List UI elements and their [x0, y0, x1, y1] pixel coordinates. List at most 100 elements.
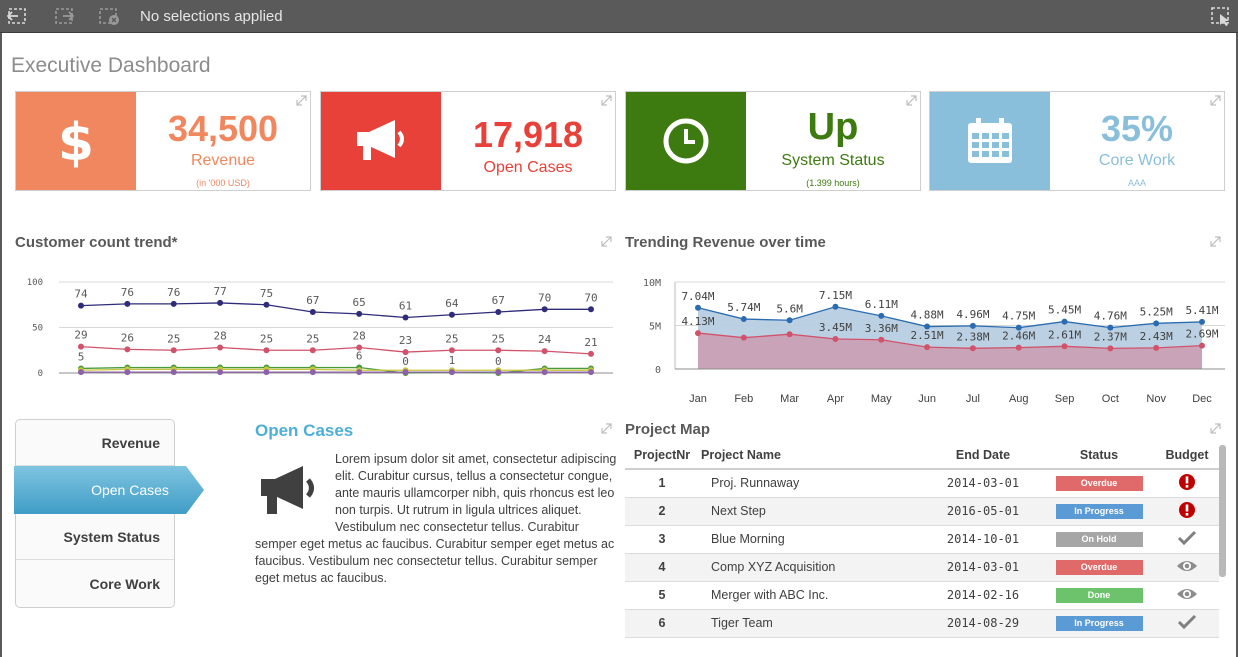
table-row[interactable]: 6 Tiger Team 2014-08-29 In Progress	[625, 609, 1219, 638]
nav-item-revenue[interactable]: Revenue	[16, 420, 174, 466]
data-label: 77	[213, 285, 226, 298]
cell-status[interactable]: Done	[1043, 581, 1155, 610]
cell-budget[interactable]	[1155, 553, 1219, 582]
table-row[interactable]: 5 Merger with ABC Inc. 2014-02-16 Done	[625, 581, 1219, 610]
cell-end-date[interactable]: 2014-03-01	[923, 469, 1043, 498]
table-row[interactable]: 4 Comp XYZ Acquisition 2014-03-01 Overdue	[625, 553, 1219, 582]
data-point	[541, 348, 548, 355]
cell-budget[interactable]	[1155, 469, 1219, 498]
nav-item-core-work[interactable]: Core Work	[16, 561, 174, 607]
expand-icon[interactable]	[296, 95, 307, 106]
col-header-budget[interactable]: Budget	[1155, 442, 1219, 470]
data-point	[217, 344, 224, 351]
cell-end-date[interactable]: 2014-08-29	[923, 609, 1043, 638]
cell-project-nr[interactable]: 2	[625, 497, 699, 526]
cell-end-date[interactable]: 2016-05-01	[923, 497, 1043, 526]
table-row[interactable]: 1 Proj. Runnaway 2014-03-01 Overdue	[625, 469, 1219, 498]
cell-budget[interactable]	[1155, 609, 1219, 638]
x-tick-label: Jun	[918, 393, 936, 405]
data-label: 25	[260, 332, 273, 345]
cell-end-date-text: 2014-10-01	[946, 532, 1020, 546]
forward-step-icon[interactable]	[53, 6, 75, 26]
expand-icon[interactable]	[1210, 95, 1221, 106]
x-tick-label: Jan	[689, 393, 707, 405]
back-step-icon[interactable]	[6, 6, 28, 26]
data-point	[832, 335, 839, 342]
col-header-status[interactable]: Status	[1043, 442, 1155, 470]
data-point	[1153, 344, 1160, 351]
cell-project-nr[interactable]: 5	[625, 581, 699, 610]
data-label: 2.46M	[1002, 330, 1035, 343]
data-point	[740, 334, 747, 341]
calendar-icon	[968, 118, 1012, 163]
cell-budget[interactable]	[1155, 497, 1219, 526]
data-label: 2.38M	[956, 330, 989, 343]
kpi-value: 17,918	[472, 114, 584, 155]
cell-status[interactable]: Overdue	[1043, 553, 1155, 582]
y-tick-label: 10M	[643, 278, 661, 289]
cell-project-name[interactable]: Blue Morning	[699, 525, 923, 554]
expand-icon[interactable]	[1210, 236, 1221, 247]
expand-icon[interactable]	[906, 95, 917, 106]
table-row[interactable]: 3 Blue Morning 2014-10-01 On Hold	[625, 525, 1219, 554]
nav-item-system-status[interactable]: System Status	[16, 514, 174, 560]
data-label: 23	[399, 334, 412, 347]
cell-project-nr[interactable]: 3	[625, 525, 699, 554]
cell-project-name[interactable]: Merger with ABC Inc.	[699, 581, 923, 610]
data-point	[495, 347, 502, 354]
table-scrollbar[interactable]	[1219, 445, 1226, 577]
kpi-label: System Status	[781, 152, 885, 169]
kpi-system-status[interactable]: Up System Status (1.399 hours)	[625, 91, 921, 191]
kpi-core-work[interactable]: 35% Core Work AAA	[929, 91, 1225, 191]
data-point	[1199, 318, 1205, 325]
data-label: 74	[74, 288, 88, 301]
cell-budget[interactable]	[1155, 581, 1219, 610]
col-header-projectnr[interactable]: ProjectNr	[625, 442, 699, 470]
cell-end-date[interactable]: 2014-03-01	[923, 553, 1043, 582]
kpi-open-cases[interactable]: 17,918 Open Cases	[320, 91, 616, 191]
cell-status[interactable]: In Progress	[1043, 609, 1155, 638]
col-header-end-date[interactable]: End Date	[923, 442, 1043, 470]
cell-project-name[interactable]: Comp XYZ Acquisition	[699, 553, 923, 582]
cell-status[interactable]: On Hold	[1043, 525, 1155, 554]
dollar-icon: $	[58, 113, 94, 171]
data-point	[1107, 345, 1114, 352]
cell-project-name-text: Proj. Runnaway	[711, 476, 800, 491]
kpi-sublabel: AAA	[1127, 178, 1146, 188]
table-row[interactable]: 2 Next Step 2016-05-01 In Progress	[625, 497, 1219, 526]
customer-trend-chart[interactable]: 10050074 76 76 77 7567 65 61 64 67 70 7029 26 25 28 25…	[15, 265, 615, 390]
cell-end-date[interactable]: 2014-10-01	[923, 525, 1043, 554]
col-header-project-name[interactable]: Project Name	[699, 442, 923, 470]
kpi-system-status-icon-box	[626, 92, 746, 190]
expand-icon[interactable]	[601, 95, 612, 106]
revenue-trend-chart[interactable]: 10M 5M 0 7.04M 5.74M 5.6M 7.15M 6.11M 4.88M 4.96M…	[625, 265, 1230, 410]
data-point	[1061, 318, 1068, 325]
cell-budget[interactable]	[1155, 525, 1219, 554]
cell-status[interactable]: Overdue	[1043, 469, 1155, 498]
selection-tool-icon[interactable]	[1210, 6, 1232, 26]
expand-icon[interactable]	[1210, 423, 1221, 434]
expand-icon[interactable]	[601, 423, 612, 434]
clear-all-icon[interactable]	[98, 6, 120, 26]
project-table-body: 1 Proj. Runnaway 2014-03-01 Overdue 2 Next St…	[625, 469, 1219, 638]
kpi-revenue[interactable]: $ 34,500 Revenue (in '000 USD)	[15, 91, 311, 191]
cell-end-date[interactable]: 2014-02-16	[923, 581, 1043, 610]
selections-status-text: No selections applied	[140, 8, 283, 25]
data-point	[541, 369, 548, 376]
cell-status[interactable]: In Progress	[1043, 497, 1155, 526]
cell-project-nr[interactable]: 6	[625, 609, 699, 638]
data-label: 4.96M	[956, 308, 989, 321]
data-point	[878, 312, 885, 319]
cell-project-name[interactable]: Proj. Runnaway	[699, 469, 923, 498]
cell-project-name[interactable]: Next Step	[699, 497, 923, 526]
data-label: 7.15M	[819, 289, 852, 302]
cell-project-nr[interactable]: 4	[625, 553, 699, 582]
data-label: 2.37M	[1094, 330, 1127, 343]
cell-project-name[interactable]: Tiger Team	[699, 609, 923, 638]
kpi-label: Core Work	[1098, 152, 1176, 169]
cell-project-nr-text: 3	[658, 532, 666, 546]
kpi-revenue-icon-box: $	[16, 92, 136, 190]
cell-project-nr[interactable]: 1	[625, 469, 699, 498]
expand-icon[interactable]	[601, 236, 612, 247]
data-label: 24	[538, 333, 552, 346]
